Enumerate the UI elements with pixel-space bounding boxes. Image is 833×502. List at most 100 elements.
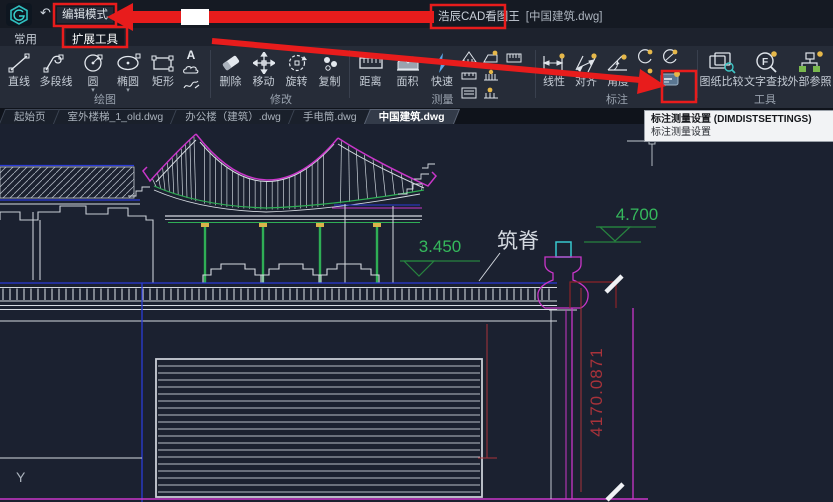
- pavilion-roof: [128, 134, 436, 212]
- distance-button[interactable]: 距离: [352, 48, 389, 88]
- draw-extra-tools: A: [180, 48, 202, 91]
- dim-arc-icon[interactable]: [636, 67, 654, 84]
- ridge-label: 筑脊: [479, 230, 539, 281]
- titlebar: ↶ 编辑模式 浩辰CAD看图王 [中国建筑.dwg]: [0, 0, 833, 28]
- dim-angle-button[interactable]: 角度: [602, 48, 634, 88]
- line-icon: [7, 50, 31, 76]
- group-label-modify: 修改: [214, 91, 348, 107]
- group-label-tools: 工具: [699, 91, 831, 107]
- svg-text:4.700: 4.700: [616, 205, 659, 224]
- rectangle-icon: [150, 50, 176, 76]
- freehand-sketch-icon[interactable]: [182, 78, 200, 91]
- copy-icon: [319, 50, 341, 76]
- measure-comb-icon[interactable]: [505, 50, 523, 64]
- doc-tab-chinese-architecture[interactable]: 中国建筑.dwg: [365, 108, 459, 124]
- svg-text:3.450: 3.450: [419, 237, 462, 256]
- cad-viewer-window: ↶ 编辑模式 浩辰CAD看图王 [中国建筑.dwg] 常用 扩展工具 直线: [0, 0, 833, 502]
- dim-radius-icon[interactable]: [636, 48, 654, 65]
- ribbon-separator: [697, 50, 698, 98]
- left-parapet: [0, 206, 153, 283]
- dim-linear-icon: [541, 50, 567, 76]
- pavilion-structure: [165, 204, 422, 283]
- ucs-y-label: Y: [16, 469, 26, 485]
- window-title-app: 浩辰CAD看图王: [438, 11, 520, 23]
- dim-aligned-icon: [573, 50, 599, 76]
- ribbon-group-modify: 删除 移动 旋转 复制: [214, 46, 348, 108]
- vertical-dimension-text: 4170.0871: [587, 347, 606, 436]
- drawing-canvas[interactable]: 4170.0871 3.450 4.700 筑脊 Y: [0, 124, 833, 502]
- edit-mode-button[interactable]: 编辑模式: [57, 7, 113, 23]
- window-title: 浩辰CAD看图王 [中国建筑.dwg]: [438, 8, 602, 24]
- measure-area-point-icon[interactable]: [482, 50, 500, 64]
- cornice-band: [0, 283, 557, 321]
- dim-settings-tooltip: 标注测量设置 (DIMDISTSETTINGS) 标注测量设置: [644, 110, 833, 142]
- compare-drawings-icon: [707, 50, 737, 76]
- doc-tab-flashlight[interactable]: 手电筒.dwg: [289, 108, 371, 124]
- cad-drawing: 4170.0871 3.450 4.700 筑脊 Y: [0, 124, 833, 502]
- erase-button[interactable]: 删除: [214, 48, 247, 88]
- revision-cloud-icon[interactable]: [182, 64, 200, 76]
- doc-tab-start-page[interactable]: 起始页: [0, 108, 60, 124]
- dim-aligned-button[interactable]: 对齐: [570, 48, 602, 88]
- window-title-doc: [中国建筑.dwg]: [526, 11, 603, 23]
- ribbon-group-tools: 图纸比较 F 文字查找 外部参照 工具: [699, 46, 831, 108]
- rectangle-button[interactable]: 矩形: [146, 48, 180, 88]
- app-logo-icon[interactable]: [6, 3, 32, 26]
- circle-button[interactable]: 圆 ▾: [76, 48, 110, 94]
- rotate-icon: [286, 50, 308, 76]
- line-button[interactable]: 直线: [2, 48, 36, 88]
- measure-ruler-small-icon[interactable]: [460, 68, 478, 82]
- move-icon: [253, 50, 275, 76]
- area-button[interactable]: 面积: [389, 48, 426, 88]
- compare-drawings-button[interactable]: 图纸比较: [699, 48, 744, 88]
- ribbon-tab-bar: 常用 扩展工具: [0, 28, 833, 46]
- elevation-mark-3450: 3.450: [400, 237, 480, 276]
- doc-tab-office-building[interactable]: 办公楼（建筑）.dwg: [171, 108, 295, 124]
- undo-icon[interactable]: ↶: [40, 5, 51, 21]
- external-reference-button[interactable]: 外部参照: [788, 48, 831, 88]
- ribbon-group-draw: 直线 多段线 圆 ▾: [2, 46, 208, 108]
- distance-ruler-icon: [358, 50, 384, 76]
- find-text-button[interactable]: F 文字查找: [744, 48, 788, 88]
- ribbon-group-measure: 距离 面积 快速: [352, 46, 533, 108]
- dim-diameter-icon[interactable]: [661, 48, 679, 65]
- doc-tab-outdoor-stairs[interactable]: 室外楼梯_1_old.dwg: [54, 108, 178, 124]
- move-button[interactable]: 移动: [247, 48, 280, 88]
- copy-button[interactable]: 复制: [313, 48, 346, 88]
- dim-angle-icon: [605, 50, 631, 76]
- ribbon-separator: [210, 50, 211, 98]
- group-label-measure: 测量: [352, 91, 533, 107]
- dim-settings-icon[interactable]: [660, 70, 682, 88]
- text-tool-icon[interactable]: A: [187, 49, 196, 62]
- tooltip-title: 标注测量设置 (DIMDISTSETTINGS): [651, 113, 833, 126]
- measure-angle-icon[interactable]: [460, 50, 478, 64]
- polyline-button[interactable]: 多段线: [36, 48, 76, 88]
- eraser-icon: [219, 50, 243, 76]
- circle-icon: [82, 50, 104, 76]
- louver-panel: [156, 359, 482, 497]
- ellipse-button[interactable]: 椭圆 ▾: [110, 48, 146, 94]
- ribbon-group-dimension: 线性 对齐 角度: [538, 46, 696, 108]
- polyline-icon: [43, 50, 69, 76]
- tooltip-subtitle: 标注测量设置: [651, 126, 833, 139]
- find-text-icon: F: [752, 50, 780, 76]
- external-reference-icon: [796, 50, 824, 76]
- ribbon-separator: [349, 50, 350, 98]
- rotate-button[interactable]: 旋转: [280, 48, 313, 88]
- area-icon: [395, 50, 421, 76]
- ribbon-separator: [535, 50, 536, 98]
- quick-measure-button[interactable]: 快速: [426, 48, 458, 88]
- group-label-draw: 绘图: [2, 91, 208, 107]
- ellipse-icon: [115, 50, 141, 76]
- lightning-icon: [433, 50, 451, 76]
- left-roof-hatch: [0, 166, 140, 205]
- elevation-mark-4700: 4.700: [584, 205, 658, 242]
- group-label-dimension: 标注: [538, 91, 696, 107]
- svg-text:F: F: [762, 57, 768, 68]
- ribbon: 直线 多段线 圆 ▾: [0, 46, 833, 109]
- measure-hatch-icon[interactable]: [482, 68, 500, 82]
- svg-text:筑脊: 筑脊: [497, 230, 539, 253]
- right-bay-dimension: 4170.0871: [570, 276, 633, 500]
- hexagon-logo-glyph: [9, 5, 29, 25]
- dim-linear-button[interactable]: 线性: [538, 48, 570, 88]
